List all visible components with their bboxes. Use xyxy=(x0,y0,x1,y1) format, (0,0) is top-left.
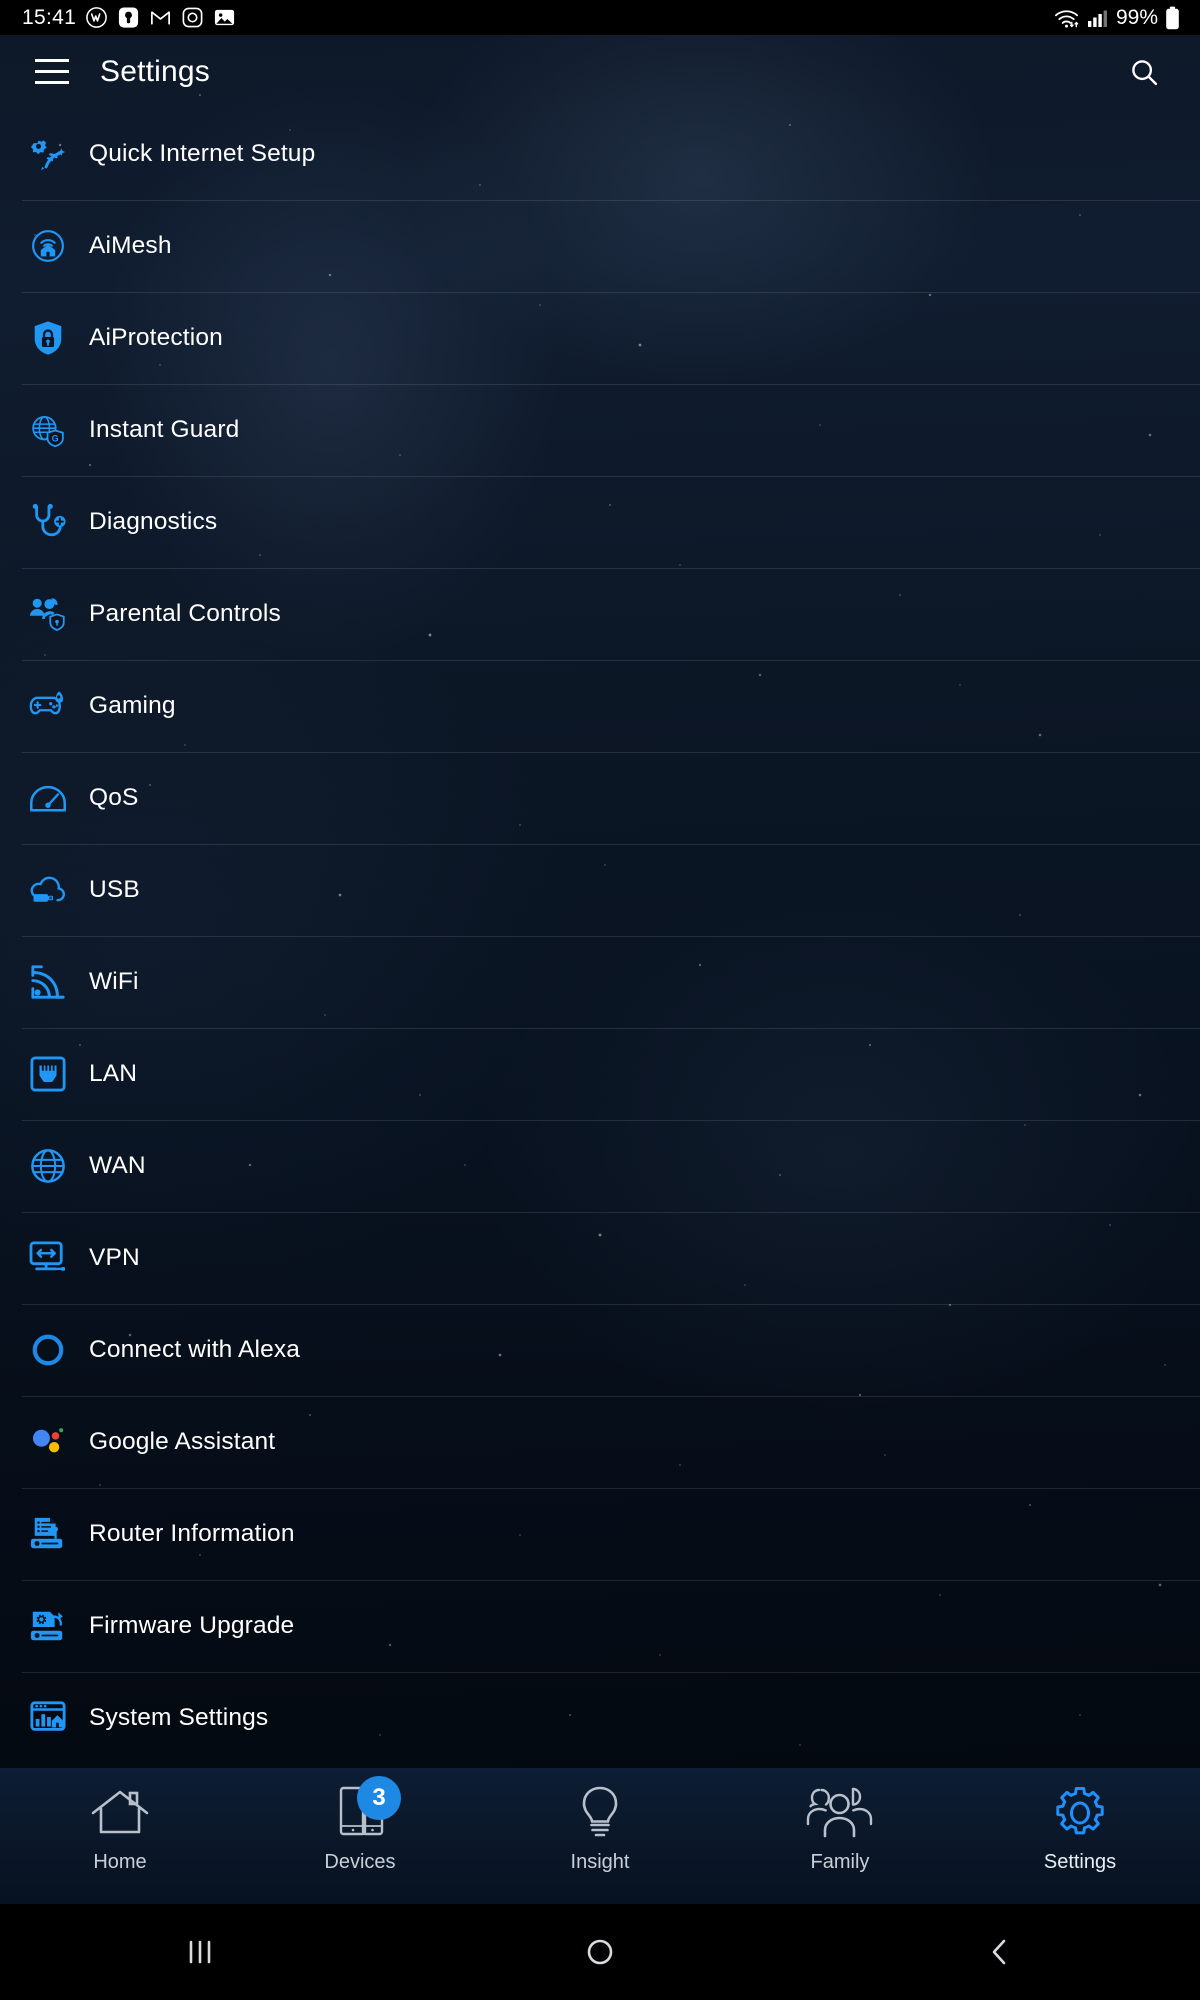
usb-cloud-icon xyxy=(25,867,71,913)
page-title: Settings xyxy=(100,54,210,88)
photos-icon xyxy=(214,9,235,26)
quick-internet-setup-icon xyxy=(25,131,71,177)
gmail-icon xyxy=(151,11,171,25)
aiprotection-shield-lock-icon xyxy=(25,315,71,361)
settings-row-label: AiMesh xyxy=(89,232,172,259)
battery-percent-label: 99% xyxy=(1115,5,1158,29)
settings-row-label: Diagnostics xyxy=(89,508,218,535)
qos-speedometer-icon xyxy=(25,775,71,821)
settings-row-label: Parental Controls xyxy=(89,600,281,627)
phone-screen: 15:41 99% Settings Quick Internet Setup … xyxy=(0,0,1200,2000)
settings-row-quick-internet-setup[interactable]: Quick Internet Setup xyxy=(0,108,1200,200)
search-icon[interactable] xyxy=(1121,49,1167,95)
settings-row-label: QoS xyxy=(89,784,139,811)
android-navigation-bar[interactable] xyxy=(0,1904,1200,2000)
nav-tab-devices[interactable]: 3 Devices xyxy=(240,1768,480,1904)
nav-tab-label: Settings xyxy=(1043,1851,1117,1873)
settings-row-label: Firmware Upgrade xyxy=(89,1612,295,1639)
instagram-icon xyxy=(182,7,203,28)
settings-row-label: VPN xyxy=(89,1244,140,1271)
vpn-monitor-icon xyxy=(25,1235,71,1281)
settings-row-wan[interactable]: WAN xyxy=(0,1120,1200,1212)
home-icon xyxy=(89,1782,151,1844)
hamburger-menu-icon[interactable] xyxy=(29,49,75,95)
home-circle-icon[interactable] xyxy=(400,1935,800,1969)
svg-text:G: G xyxy=(52,434,59,444)
diagnostics-stethoscope-icon xyxy=(25,499,71,545)
settings-row-aiprotection[interactable]: AiProtection xyxy=(0,292,1200,384)
settings-row-label: LAN xyxy=(89,1060,138,1087)
settings-row-label: AiProtection xyxy=(89,324,223,351)
nav-tab-family[interactable]: Family xyxy=(720,1768,960,1904)
lan-ethernet-port-icon xyxy=(25,1051,71,1097)
recents-icon[interactable] xyxy=(0,1937,400,1967)
settings-row-label: WAN xyxy=(89,1152,146,1179)
bottom-navigation-bar[interactable]: Home 3 Devices Insight Family Settings xyxy=(0,1768,1200,1904)
settings-row-wifi[interactable]: WiFi xyxy=(0,936,1200,1028)
settings-row-router-information[interactable]: Router Information xyxy=(0,1488,1200,1580)
cellular-signal-icon xyxy=(1087,10,1107,27)
android-status-bar: 15:41 99% xyxy=(0,0,1200,35)
hamburger-line xyxy=(35,59,69,62)
settings-menu-list[interactable]: Quick Internet Setup AiMesh AiProtection… xyxy=(0,108,1200,1772)
nav-tab-insight[interactable]: Insight xyxy=(480,1768,720,1904)
devices-icon: 3 xyxy=(329,1776,401,1844)
hamburger-line xyxy=(35,70,69,73)
battery-full-icon xyxy=(1166,6,1179,29)
settings-row-label: Instant Guard xyxy=(89,416,240,443)
settings-row-label: Connect with Alexa xyxy=(89,1336,301,1363)
system-settings-icon xyxy=(25,1695,71,1741)
status-bar-left: 15:41 xyxy=(0,6,236,30)
hamburger-line xyxy=(35,81,69,84)
settings-row-label: Router Information xyxy=(89,1520,295,1547)
wan-globe-icon xyxy=(25,1143,71,1189)
settings-row-google-assistant[interactable]: Google Assistant xyxy=(0,1396,1200,1488)
notification-app-icon xyxy=(118,7,139,28)
settings-row-parental-controls[interactable]: Parental Controls xyxy=(0,568,1200,660)
alexa-ring-icon xyxy=(25,1327,71,1373)
google-assistant-icon xyxy=(25,1419,71,1465)
nav-tab-settings[interactable]: Settings xyxy=(960,1768,1200,1904)
settings-row-diagnostics[interactable]: Diagnostics xyxy=(0,476,1200,568)
wordpress-icon xyxy=(86,7,107,28)
nav-tab-label: Home xyxy=(93,1851,147,1873)
firmware-upgrade-icon xyxy=(25,1603,71,1649)
nav-tab-home[interactable]: Home xyxy=(0,1768,240,1904)
settings-gear-icon xyxy=(1051,1782,1109,1844)
family-people-icon xyxy=(805,1782,875,1844)
insight-bulb-icon xyxy=(573,1782,627,1844)
settings-row-usb[interactable]: USB xyxy=(0,844,1200,936)
aimesh-icon xyxy=(25,223,71,269)
router-information-icon xyxy=(25,1511,71,1557)
settings-row-label: USB xyxy=(89,876,140,903)
wifi-icon xyxy=(1054,9,1079,28)
settings-row-vpn[interactable]: VPN xyxy=(0,1212,1200,1304)
wifi-signal-icon xyxy=(25,959,71,1005)
status-bar-right: 99% xyxy=(1053,6,1200,30)
settings-row-label: Quick Internet Setup xyxy=(89,140,316,167)
settings-row-aimesh[interactable]: AiMesh xyxy=(0,200,1200,292)
settings-row-gaming[interactable]: Gaming xyxy=(0,660,1200,752)
settings-row-label: Google Assistant xyxy=(89,1428,276,1455)
settings-row-firmware-upgrade[interactable]: Firmware Upgrade xyxy=(0,1580,1200,1672)
nav-tab-label: Insight xyxy=(570,1851,630,1873)
status-bar-clock: 15:41 xyxy=(22,5,77,29)
settings-row-system-settings[interactable]: System Settings xyxy=(0,1672,1200,1764)
settings-row-label: WiFi xyxy=(89,968,139,995)
parental-controls-icon xyxy=(25,591,71,637)
nav-tab-label: Devices xyxy=(324,1851,396,1873)
settings-row-instant-guard[interactable]: G Instant Guard xyxy=(0,384,1200,476)
instant-guard-globe-icon: G xyxy=(25,407,71,453)
app-header: Settings xyxy=(0,35,1200,108)
back-chevron-icon[interactable] xyxy=(800,1935,1200,1969)
settings-row-label: System Settings xyxy=(89,1704,269,1731)
devices-badge: 3 xyxy=(357,1776,401,1820)
settings-row-lan[interactable]: LAN xyxy=(0,1028,1200,1120)
settings-row-qos[interactable]: QoS xyxy=(0,752,1200,844)
settings-row-connect-with-alexa[interactable]: Connect with Alexa xyxy=(0,1304,1200,1396)
nav-tab-label: Family xyxy=(810,1851,870,1873)
gaming-gamepad-icon xyxy=(25,683,71,729)
settings-row-label: Gaming xyxy=(89,692,176,719)
